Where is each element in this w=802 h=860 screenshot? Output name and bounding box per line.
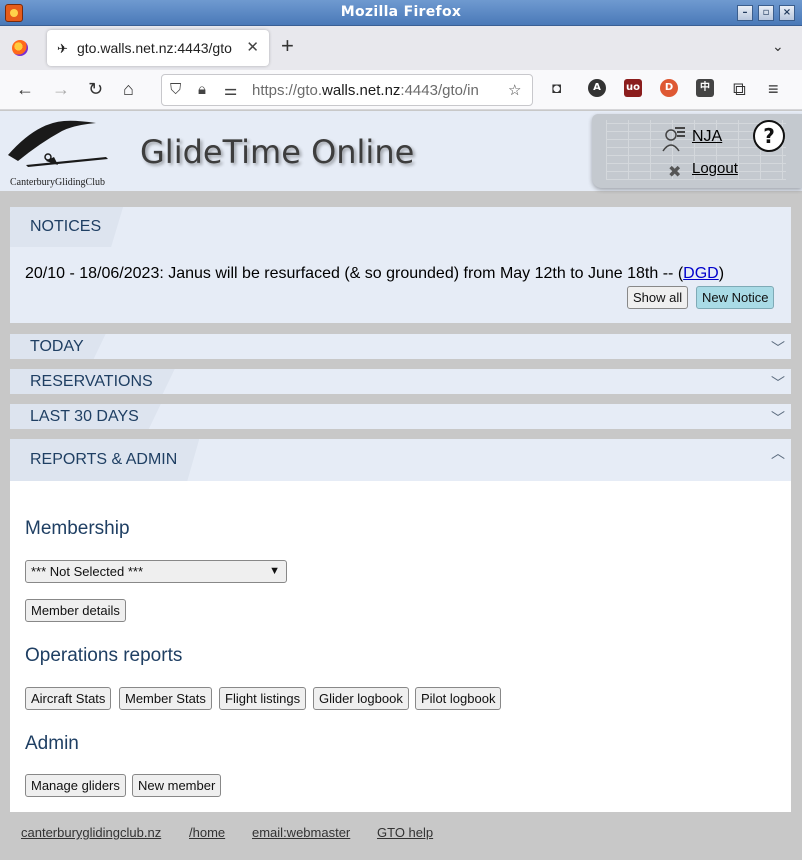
member-select-value: *** Not Selected *** [31, 564, 144, 579]
tab-title: gto.walls.net.nz:4443/gto [77, 40, 232, 56]
member-select[interactable]: *** Not Selected *** ▼ [25, 560, 287, 583]
site-header: CanterburyGlidingClub GlideTime Online N… [0, 111, 802, 191]
url-domain: walls.net.nz [322, 82, 401, 99]
minimize-button[interactable]: – [737, 5, 753, 21]
logout-x-icon: ✖ [668, 164, 682, 181]
reports-section[interactable]: REPORTS & ADMIN ︿ [10, 439, 791, 481]
footer-help-link[interactable]: GTO help [377, 825, 433, 840]
site-title: GlideTime Online [140, 133, 415, 171]
club-logo: CanterburyGlidingClub [6, 117, 116, 189]
list-tabs-chevron-icon[interactable]: ⌄ [772, 38, 784, 55]
operations-heading: Operations reports [25, 645, 183, 666]
url-text[interactable]: https://gto.walls.net.nz:4443/gto/in [252, 82, 502, 99]
aircraft-stats-button[interactable]: Aircraft Stats [25, 687, 112, 710]
extensions-puzzle-icon[interactable]: ⧉ [733, 79, 746, 99]
footer-home-link[interactable]: /home [189, 825, 225, 840]
glider-favicon-icon: ✈ [57, 41, 68, 56]
footer-club-link[interactable]: canterburyglidingclub.nz [21, 825, 161, 840]
home-icon[interactable]: ⌂ [123, 79, 134, 99]
notice-date: 20/10 - 18/06/2023: [25, 265, 164, 282]
new-member-button[interactable]: New member [132, 774, 222, 797]
chevron-down-icon[interactable]: ﹀ [771, 338, 785, 358]
forward-arrow-icon[interactable]: → [52, 79, 70, 99]
club-name: CanterburyGlidingClub [10, 177, 105, 188]
window-titlebar: Mozilla Firefox – ▫ × [0, 0, 802, 26]
address-bar[interactable]: ⛉ 🔒︎ ⚌ https://gto.walls.net.nz:4443/gto… [161, 74, 533, 106]
back-arrow-icon[interactable]: ← [16, 79, 34, 99]
window-title: Mozilla Firefox [340, 4, 462, 20]
extension-a-icon[interactable]: A [588, 79, 606, 97]
reports-content: Membership *** Not Selected *** ▼ Member… [10, 481, 791, 812]
glider-logbook-button[interactable]: Glider logbook [313, 687, 409, 710]
url-prefix: https://gto. [252, 82, 323, 99]
close-tab-icon[interactable]: ✕ [246, 38, 259, 56]
user-code-link[interactable]: NJA [692, 128, 722, 146]
translate-icon[interactable]: 中 [696, 79, 714, 97]
membership-heading: Membership [25, 518, 130, 539]
new-tab-button[interactable]: + [281, 35, 294, 57]
page-footer: canterburyglidingclub.nz /home email:web… [0, 813, 802, 860]
firefox-view-icon[interactable] [12, 40, 28, 56]
show-all-button[interactable]: Show all [627, 286, 689, 309]
chevron-up-icon[interactable]: ︿ [771, 443, 785, 463]
manage-gliders-button[interactable]: Manage gliders [25, 774, 126, 797]
lock-icon[interactable]: 🔒︎ [198, 81, 206, 98]
tab-strip: ✈ gto.walls.net.nz:4443/gto ✕ + ⌄ [0, 26, 802, 70]
admin-heading: Admin [25, 733, 79, 754]
hamburger-menu-icon[interactable]: ≡ [768, 79, 779, 99]
last30-heading[interactable]: LAST 30 DAYS [10, 404, 161, 429]
notices-panel: NOTICES 20/10 - 18/06/2023: Janus will b… [10, 207, 791, 323]
close-window-button[interactable]: × [779, 5, 795, 21]
shield-icon[interactable]: ⛉ [170, 81, 181, 98]
notice-author-link[interactable]: DGD [683, 265, 719, 282]
last30-section[interactable]: LAST 30 DAYS ﹀ [10, 404, 791, 429]
notice-author-close: ) [718, 265, 725, 282]
user-panel: NJA ? ✖ Logout [592, 114, 802, 188]
browser-tab[interactable]: ✈ gto.walls.net.nz:4443/gto ✕ [47, 30, 269, 66]
notice-item: 20/10 - 18/06/2023: Janus will be resurf… [25, 265, 724, 283]
chevron-down-icon[interactable]: ﹀ [771, 408, 785, 428]
today-section[interactable]: TODAY ﹀ [10, 334, 791, 359]
member-details-button[interactable]: Member details [25, 599, 126, 622]
ublock-icon[interactable]: uo [624, 79, 642, 97]
permissions-icon[interactable]: ⚌ [224, 81, 237, 99]
page-content: CanterburyGlidingClub GlideTime Online N… [0, 111, 802, 860]
duckduckgo-icon[interactable]: D [660, 79, 678, 97]
pilot-logbook-button[interactable]: Pilot logbook [415, 687, 502, 710]
help-button[interactable]: ? [753, 120, 785, 152]
bookmark-star-icon[interactable]: ☆ [508, 81, 521, 99]
glider-logo-icon [8, 120, 108, 167]
member-stats-button[interactable]: Member Stats [119, 687, 212, 710]
reload-icon[interactable]: ↻ [88, 79, 103, 99]
notice-message: Janus will be resurfaced (& so grounded)… [168, 265, 674, 282]
pocket-icon[interactable]: ◘ [552, 79, 561, 99]
new-notice-button[interactable]: New Notice [696, 286, 775, 309]
footer-email-link[interactable]: email:webmaster [252, 825, 350, 840]
flight-listings-button[interactable]: Flight listings [219, 687, 307, 710]
chevron-down-icon[interactable]: ﹀ [771, 373, 785, 393]
url-suffix: :4443/gto/in [400, 82, 479, 99]
today-heading[interactable]: TODAY [10, 334, 106, 359]
reservations-section[interactable]: RESERVATIONS ﹀ [10, 369, 791, 394]
maximize-button[interactable]: ▫ [758, 5, 774, 21]
user-icon [662, 127, 685, 152]
select-chevron-down-icon: ▼ [269, 565, 280, 577]
reports-heading[interactable]: REPORTS & ADMIN [10, 439, 199, 481]
notices-heading: NOTICES [10, 207, 123, 247]
reservations-heading[interactable]: RESERVATIONS [10, 369, 175, 394]
navigation-bar: ← → ↻ ⌂ ⛉ 🔒︎ ⚌ https://gto.walls.net.nz:… [0, 70, 802, 110]
logout-link[interactable]: Logout [692, 160, 738, 177]
